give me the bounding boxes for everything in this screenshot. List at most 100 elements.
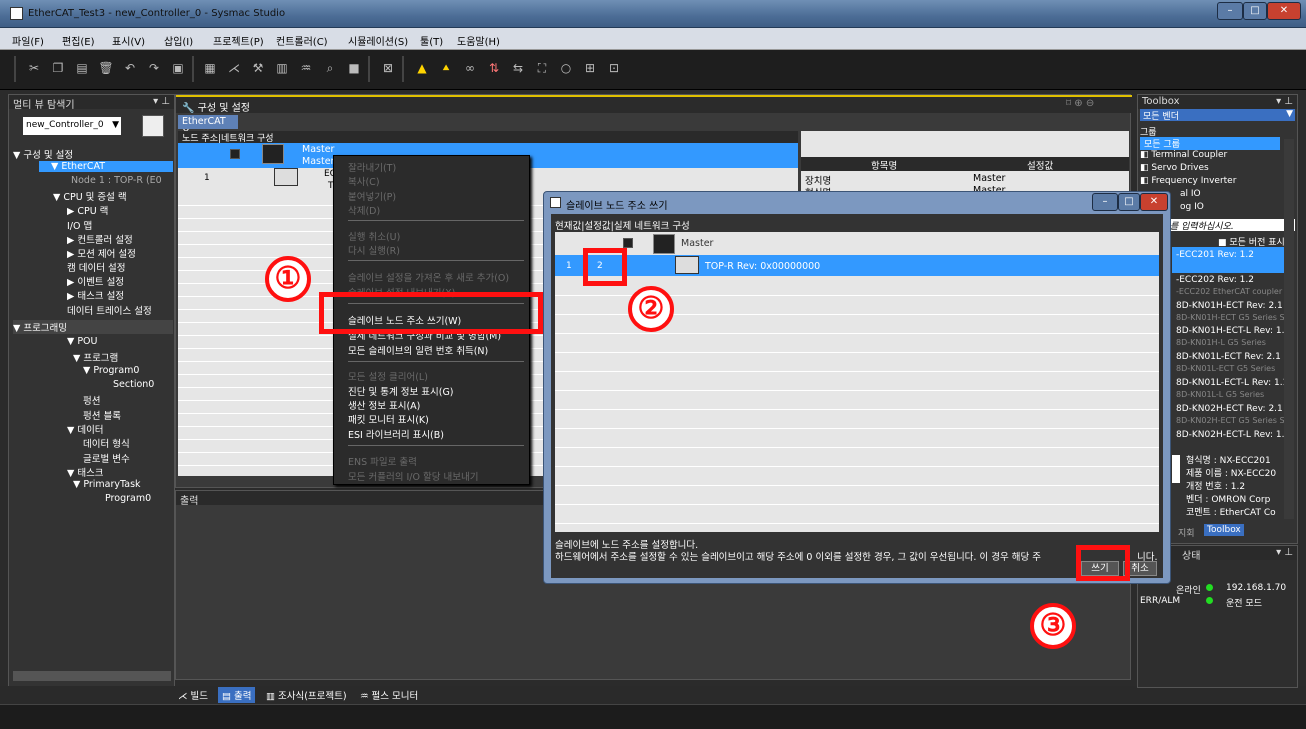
tree-functions[interactable]: 펑션 — [83, 393, 100, 407]
rebuild-icon[interactable]: ⋌ — [226, 60, 242, 76]
toolbox-scrollbar[interactable] — [1284, 139, 1294, 519]
dialog-collapse-icon[interactable] — [623, 238, 633, 248]
controller-select[interactable]: new_Controller_0 ▼ — [23, 117, 121, 135]
tree-program0[interactable]: ▼ Program0 — [83, 365, 139, 376]
ctx-production-info[interactable]: 생산 정보 표시(A) — [348, 398, 420, 412]
tree-programming[interactable]: ▼ 프로그래밍 — [13, 320, 173, 334]
undo-icon[interactable]: ↶ — [122, 60, 138, 76]
tree-section0[interactable]: Section0 — [113, 379, 154, 390]
dialog-maximize-button[interactable]: □ — [1118, 193, 1140, 211]
copy-icon[interactable]: ❐ — [50, 60, 66, 76]
group-frequency-inverter[interactable]: ◧ Frequency Inverter — [1140, 176, 1280, 189]
tree-global-vars[interactable]: 글로벌 변수 — [83, 451, 130, 465]
paste-icon[interactable]: ▤ — [74, 60, 90, 76]
tree-cpu-rack[interactable]: ▼ CPU 및 증설 랙 — [53, 189, 127, 203]
tab-toolbox[interactable]: Toolbox — [1204, 524, 1244, 536]
horizontal-scrollbar[interactable] — [13, 671, 171, 681]
menu-view[interactable]: 표시(V) — [112, 33, 145, 48]
compile-icon[interactable]: ⚒ — [250, 60, 266, 76]
zoom-icon[interactable]: ▣ — [170, 60, 186, 76]
redo-icon[interactable]: ↷ — [146, 60, 162, 76]
ctx-esi-library[interactable]: ESI 라이브러리 표시(B) — [348, 427, 444, 441]
ctx-clear-all[interactable]: 모든 설정 클리어(L) — [348, 369, 428, 383]
ctx-copy[interactable]: 복사(C) — [348, 174, 380, 188]
tree-data-types[interactable]: 데이터 형식 — [83, 436, 130, 450]
network-icon[interactable]: ⛶ — [534, 60, 550, 76]
delete-icon[interactable]: 🗑 — [98, 60, 114, 76]
status-pin-icon[interactable]: ▾ ⊥ — [1276, 547, 1293, 558]
tree-programs[interactable]: ▼ 프로그램 — [73, 350, 118, 364]
group-terminal-coupler[interactable]: ◧ Terminal Coupler — [1140, 150, 1280, 163]
dialog-node-row[interactable] — [555, 255, 1159, 276]
ctx-redo[interactable]: 다시 실행(R) — [348, 243, 400, 257]
dialog-close-button[interactable]: ✕ — [1140, 193, 1168, 211]
minimize-button[interactable]: – — [1217, 2, 1243, 20]
cross-reference-icon[interactable]: ▥ — [274, 60, 290, 76]
group-servo-drives[interactable]: ◧ Servo Drives — [1140, 163, 1280, 176]
monitor-icon[interactable]: ⊡ — [606, 60, 622, 76]
menu-simulation[interactable]: 시뮬레이션(S) — [348, 33, 408, 48]
prop-value-device[interactable]: Master — [973, 173, 1005, 184]
tab-watch[interactable]: ▥ 조사식(프로젝트) — [266, 688, 347, 702]
tab-other[interactable]: 지회 — [1178, 526, 1195, 539]
ctx-import-slave[interactable]: 슬레이브 설정을 가져온 후 새로 추가(O) — [348, 270, 509, 284]
menu-help[interactable]: 도움말(H) — [457, 33, 500, 48]
force-icon[interactable]: ⯅ — [438, 60, 454, 76]
simulator-icon[interactable]: ⊞ — [582, 60, 598, 76]
tree-function-blocks[interactable]: 펑션 블록 — [83, 408, 121, 422]
tree-data[interactable]: ▼ 데이터 — [67, 422, 104, 436]
sync-icon[interactable]: ⇆ — [510, 60, 526, 76]
tree-cpu[interactable]: ▶ CPU 랙 — [67, 203, 108, 217]
close-button[interactable]: ✕ — [1267, 2, 1301, 20]
tab-ethercat[interactable]: EtherCAT ✕ — [178, 115, 238, 138]
menu-controller[interactable]: 컨트롤러(C) — [276, 33, 328, 48]
online-icon[interactable]: ⊠ — [380, 60, 396, 76]
menu-tools[interactable]: 툴(T) — [420, 33, 443, 48]
ctx-undo[interactable]: 실행 취소(U) — [348, 229, 400, 243]
ctx-export-io[interactable]: 모든 커플러의 I/O 할당 내보내기 — [348, 469, 478, 483]
tree-task-program0[interactable]: Program0 — [105, 493, 151, 504]
tree-primary-task[interactable]: ▼ PrimaryTask — [73, 479, 141, 490]
tab-build[interactable]: ⋌ 빌드 — [178, 688, 208, 702]
ctx-get-serial[interactable]: 모든 슬레이브의 일련 번호 취득(N) — [348, 343, 488, 357]
menu-project[interactable]: 프로젝트(P) — [213, 33, 264, 48]
tree-node1[interactable]: Node 1 : TOP-R (E0 — [71, 175, 162, 186]
ctx-cut[interactable]: 잘라내기(T) — [348, 160, 396, 174]
tree-data-trace[interactable]: 데이터 트레이스 설정 — [67, 303, 152, 317]
menu-edit[interactable]: 편집(E) — [62, 33, 95, 48]
collapse-icon[interactable] — [230, 149, 240, 159]
warning-icon[interactable]: ▲ — [414, 60, 430, 76]
reset-icon[interactable]: ○ — [558, 60, 574, 76]
vendor-select[interactable]: 모든 벤더 ▼ — [1140, 109, 1295, 122]
ctx-delete[interactable]: 삭제(D) — [348, 203, 380, 217]
tree-cam-data[interactable]: 캠 데이터 설정 — [67, 260, 125, 274]
stop-icon[interactable]: ■ — [346, 60, 362, 76]
menu-file[interactable]: 파일(F) — [12, 33, 44, 48]
tab-pulse-monitor[interactable]: ♒ 펄스 모니터 — [360, 688, 418, 702]
maximize-button[interactable]: □ — [1243, 2, 1267, 20]
ctx-diagnostics[interactable]: 진단 및 통계 정보 표시(G) — [348, 384, 454, 398]
ctx-packet-monitor[interactable]: 패킷 모니터 표시(K) — [348, 412, 429, 426]
zoom-controls[interactable]: ⌑ ⊕ ⊖ — [1066, 98, 1094, 109]
cut-icon[interactable]: ✂ — [26, 60, 42, 76]
tree-pou[interactable]: ▼ POU — [67, 336, 98, 347]
link-icon[interactable]: ∞ — [462, 60, 478, 76]
tree-event-settings[interactable]: ▶ 이벤트 설정 — [67, 274, 124, 288]
watch-icon[interactable]: ♒ — [298, 60, 314, 76]
tree-controller-settings[interactable]: ▶ 컨트롤러 설정 — [67, 232, 133, 246]
transfer-icon[interactable]: ⇅ — [486, 60, 502, 76]
tree-config[interactable]: ▼ 구성 및 설정 — [13, 147, 73, 161]
tree-tasks[interactable]: ▼ 태스크 — [67, 465, 104, 479]
pin-icon[interactable]: ▾ ⊥ — [153, 96, 170, 107]
tree-task-settings[interactable]: ▶ 태스크 설정 — [67, 288, 124, 302]
toolbox-pin-icon[interactable]: ▾ ⊥ — [1276, 96, 1293, 107]
build-icon[interactable]: ▦ — [202, 60, 218, 76]
tab-output[interactable]: ▤ 출력 — [218, 687, 256, 703]
tree-io-map[interactable]: I/O 맵 — [67, 218, 92, 232]
tree-motion-settings[interactable]: ▶ 모션 제어 설정 — [67, 246, 136, 260]
tree-ethercat[interactable]: ▼ EtherCAT — [39, 161, 173, 172]
ctx-ens-output[interactable]: ENS 파일로 출력 — [348, 454, 417, 468]
find-icon[interactable]: ⌕ — [322, 60, 338, 76]
menu-insert[interactable]: 삽입(I) — [164, 33, 193, 48]
ctx-paste[interactable]: 붙여넣기(P) — [348, 189, 396, 203]
